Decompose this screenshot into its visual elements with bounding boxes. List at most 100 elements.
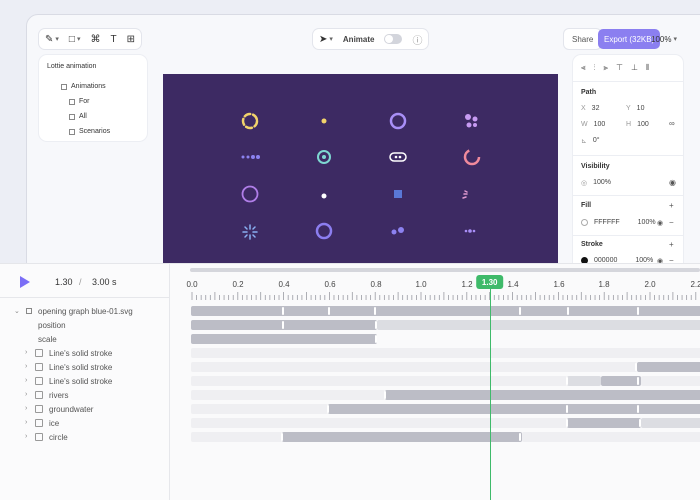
expand-caret-icon[interactable]: › <box>25 349 27 356</box>
fill-row[interactable]: FFFFFF 100% <box>581 219 656 226</box>
expand-caret-icon[interactable]: › <box>25 405 27 412</box>
track-label[interactable]: scale <box>38 335 57 344</box>
keyframe-marker[interactable] <box>327 405 329 413</box>
align-right-icon[interactable]: ⫸ <box>604 63 609 73</box>
canvas[interactable] <box>163 74 558 273</box>
keyframe-marker[interactable] <box>635 363 637 371</box>
rotation-field[interactable]: ⊾ 0° <box>581 137 600 145</box>
timeline-scrollbar[interactable] <box>190 268 700 272</box>
keyframe-bar[interactable] <box>191 334 377 344</box>
track-label[interactable]: Line's solid stroke <box>49 377 112 386</box>
select-tool-icon[interactable]: ➤ ▾ <box>319 34 333 45</box>
keyframe-marker[interactable] <box>567 307 569 315</box>
keyframe-bar[interactable] <box>191 390 385 400</box>
image-tool-icon[interactable]: ⊞ <box>127 34 135 45</box>
expand-caret-icon[interactable]: › <box>25 419 27 426</box>
play-icon[interactable] <box>20 276 30 288</box>
keyframe-bar[interactable] <box>637 362 700 372</box>
eye-icon[interactable]: ◉ <box>669 178 676 187</box>
keyframe-marker[interactable] <box>639 419 641 427</box>
keyframe-bar[interactable] <box>191 432 282 442</box>
remove-fill-icon[interactable]: − <box>669 218 674 227</box>
keyframe-bar[interactable] <box>522 432 700 442</box>
info-icon[interactable]: ⓘ <box>412 32 422 47</box>
keyframe-marker[interactable] <box>282 307 284 315</box>
shape-tool-icon[interactable]: □ ▾ <box>69 34 81 45</box>
expand-caret-icon[interactable]: › <box>25 363 27 370</box>
path-tool-icon[interactable]: ⌘ <box>90 34 100 45</box>
layer-item[interactable]: All <box>47 109 139 124</box>
keyframe-marker[interactable] <box>566 377 568 385</box>
opacity-field[interactable]: ◎ 100% <box>581 179 611 187</box>
keyframe-marker[interactable] <box>519 433 521 441</box>
keyframe-bar[interactable] <box>191 404 328 414</box>
keyframe-bar[interactable] <box>191 306 700 316</box>
layer-item[interactable]: For <box>47 94 139 109</box>
layer-item[interactable]: Animations <box>47 79 139 94</box>
keyframe-bar[interactable] <box>282 432 522 442</box>
layer-item[interactable]: Scenarios <box>47 124 139 139</box>
fill-swatch[interactable] <box>581 219 588 226</box>
expand-caret-icon[interactable]: › <box>25 377 27 384</box>
track-label[interactable]: opening graph blue-01.svg <box>38 307 133 316</box>
keyframe-bar[interactable] <box>385 390 700 400</box>
playhead-label[interactable]: 1.30 <box>475 275 504 289</box>
link-icon[interactable]: ∞ <box>669 119 675 128</box>
zoom-select[interactable]: 100% ▾ <box>651 29 677 49</box>
keyframe-bar[interactable] <box>191 362 637 372</box>
keyframe-marker[interactable] <box>384 391 386 399</box>
h-field[interactable]: H 100 <box>626 121 649 128</box>
track-label[interactable]: ice <box>49 419 59 428</box>
keyframe-marker[interactable] <box>519 307 521 315</box>
y-field[interactable]: Y 10 <box>626 105 644 112</box>
keyframe-marker[interactable] <box>375 321 377 329</box>
track-label[interactable]: groundwater <box>49 405 93 414</box>
keyframe-marker[interactable] <box>375 335 377 343</box>
keyframe-area[interactable] <box>170 300 700 500</box>
keyframe-marker[interactable] <box>374 307 376 315</box>
keyframe-bar[interactable] <box>601 376 641 386</box>
track-label[interactable]: Line's solid stroke <box>49 349 112 358</box>
keyframe-bar[interactable] <box>377 320 700 330</box>
keyframe-bar[interactable] <box>641 376 700 386</box>
align-middle-icon[interactable]: ⊥ <box>631 63 638 73</box>
keyframe-bar[interactable] <box>191 348 700 358</box>
keyframe-marker[interactable] <box>328 307 330 315</box>
keyframe-bar[interactable] <box>191 418 567 428</box>
keyframe-marker[interactable] <box>282 321 284 329</box>
align-bottom-icon[interactable]: ⫴ <box>646 63 649 73</box>
playhead-line[interactable] <box>489 288 491 500</box>
keyframe-marker[interactable] <box>566 419 568 427</box>
keyframe-bar[interactable] <box>567 376 601 386</box>
add-stroke-icon[interactable]: + <box>669 240 674 249</box>
text-tool-icon[interactable]: T <box>110 34 116 45</box>
track-label[interactable]: circle <box>49 433 68 442</box>
share-button[interactable]: Share <box>564 29 602 49</box>
pen-tool-icon[interactable]: ✎ ▾ <box>45 34 59 45</box>
w-field[interactable]: W 100 <box>581 121 605 128</box>
keyframe-bar[interactable] <box>641 418 700 428</box>
eye-icon[interactable]: ◉ <box>657 219 663 227</box>
keyframe-marker[interactable] <box>637 307 639 315</box>
keyframe-marker[interactable] <box>566 405 568 413</box>
x-field[interactable]: X 32 <box>581 105 627 112</box>
time-ruler[interactable]: 0.0 0.2 0.4 0.6 0.8 1.0 1.2 1.4 1.6 1.8 … <box>170 274 700 300</box>
keyframe-marker[interactable] <box>637 377 639 385</box>
keyframe-marker[interactable] <box>637 405 639 413</box>
collapse-caret-icon[interactable]: ⌄ <box>14 307 20 315</box>
track-label[interactable]: rivers <box>49 391 69 400</box>
align-center-icon[interactable]: ⫶ <box>594 63 596 73</box>
keyframe-bar[interactable] <box>191 320 377 330</box>
keyframe-bar[interactable] <box>567 418 641 428</box>
track-label[interactable]: Line's solid stroke <box>49 363 112 372</box>
expand-caret-icon[interactable]: › <box>25 391 27 398</box>
align-top-icon[interactable]: ⊤ <box>616 63 623 73</box>
expand-caret-icon[interactable]: › <box>25 433 27 440</box>
add-fill-icon[interactable]: + <box>669 201 674 210</box>
keyframe-bar[interactable] <box>328 404 700 414</box>
keyframe-marker[interactable] <box>281 433 283 441</box>
track-label[interactable]: position <box>38 321 66 330</box>
keyframe-bar[interactable] <box>191 376 567 386</box>
animate-toggle[interactable] <box>384 34 403 44</box>
align-left-icon[interactable]: ⫷ <box>581 63 586 73</box>
